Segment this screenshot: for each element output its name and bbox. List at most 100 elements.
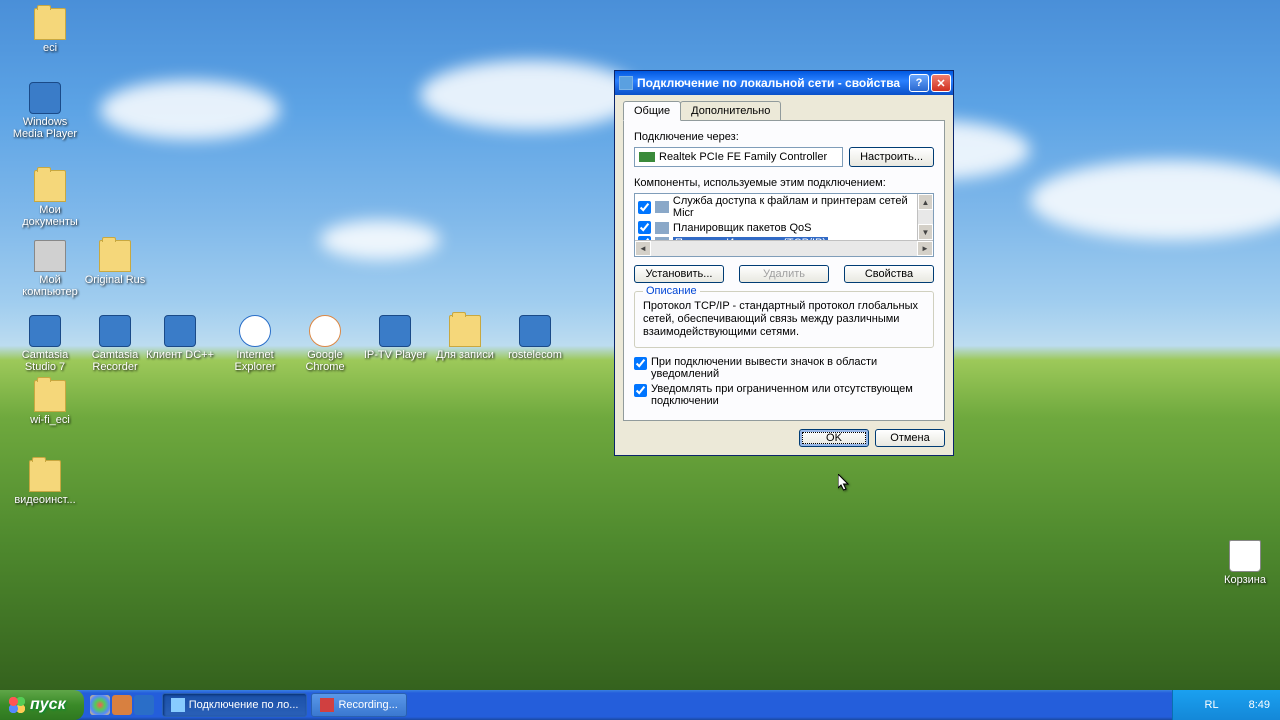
desktop-icon-chrome[interactable]: Google Chrome — [290, 315, 360, 373]
task-label: Подключение по ло... — [189, 699, 299, 711]
desktop-icon-videoinst[interactable]: видеоинст... — [10, 460, 80, 506]
icon-label: Клиент DC++ — [145, 349, 215, 361]
tray-volume-icon[interactable] — [1227, 698, 1241, 712]
components-list[interactable]: Служба доступа к файлам и принтерам сете… — [634, 193, 934, 257]
folder-icon — [449, 315, 481, 347]
desktop-icon-eci[interactable]: eci — [15, 8, 85, 54]
desktop-icon-zapisi[interactable]: Для записи — [430, 315, 500, 361]
scroll-right-icon[interactable]: ► — [917, 241, 933, 256]
desktop-icon-rostel[interactable]: rostelecom — [500, 315, 570, 361]
ie-icon — [239, 315, 271, 347]
app-icon — [29, 315, 61, 347]
task-icon — [171, 698, 185, 712]
icon-label: Корзина — [1210, 574, 1280, 586]
app-icon — [29, 82, 61, 114]
ok-button[interactable]: OK — [799, 429, 869, 447]
desktop-icon-origrus[interactable]: Original Rus — [80, 240, 150, 286]
icon-label: Для записи — [430, 349, 500, 361]
install-button[interactable]: Установить... — [634, 265, 724, 283]
mycomp-icon — [34, 240, 66, 272]
cancel-button[interactable]: Отмена — [875, 429, 945, 447]
notify-limited-checkbox[interactable] — [634, 384, 647, 397]
tray-icon[interactable] — [1183, 698, 1197, 712]
notify-limited-label: Уведомлять при ограниченном или отсутств… — [651, 383, 934, 407]
icon-label: видеоинст... — [10, 494, 80, 506]
icon-label: wi-fi_eci — [15, 414, 85, 426]
properties-button[interactable]: Свойства — [844, 265, 934, 283]
ql-chrome-icon[interactable] — [90, 695, 110, 715]
task-icon — [320, 698, 334, 712]
folder-icon — [29, 460, 61, 492]
tab-row: Общие Дополнительно — [623, 101, 945, 121]
remove-button: Удалить — [739, 265, 829, 283]
tab-general[interactable]: Общие — [623, 101, 681, 121]
description-title: Описание — [643, 285, 700, 297]
scroll-left-icon[interactable]: ◄ — [635, 241, 651, 256]
component-checkbox[interactable] — [638, 201, 651, 214]
desktop-icon-ie[interactable]: Internet Explorer — [220, 315, 290, 373]
icon-label: rostelecom — [500, 349, 570, 361]
icon-label: Original Rus — [80, 274, 150, 286]
notify-icon-label: При подключении вывести значок в области… — [651, 356, 934, 380]
desktop-icon-camrec[interactable]: Camtasia Recorder — [80, 315, 150, 373]
bin-icon — [1229, 540, 1261, 572]
desktop-icon-mycomp[interactable]: Мой компьютер — [15, 240, 85, 298]
taskbar-task[interactable]: Recording... — [311, 693, 406, 717]
app-icon — [379, 315, 411, 347]
app-icon — [99, 315, 131, 347]
adapter-field: Realtek PCIe FE Family Controller — [634, 147, 843, 167]
close-button[interactable]: ✕ — [931, 74, 951, 92]
windows-logo-icon — [8, 696, 26, 714]
app-icon — [519, 315, 551, 347]
network-icon — [619, 76, 633, 90]
start-button[interactable]: пуск — [0, 690, 84, 720]
icon-label: Camtasia Studio 7 — [10, 349, 80, 373]
scroll-down-icon[interactable]: ▼ — [918, 224, 933, 240]
desktop-icon-camtasia7[interactable]: Camtasia Studio 7 — [10, 315, 80, 373]
folder-icon — [99, 240, 131, 272]
ql-ie-icon[interactable] — [134, 695, 154, 715]
chrome-icon — [309, 315, 341, 347]
titlebar[interactable]: Подключение по локальной сети - свойства… — [615, 71, 953, 95]
start-label: пуск — [30, 696, 66, 714]
description-group: Описание Протокол TCP/IP - стандартный п… — [634, 291, 934, 348]
adapter-icon — [639, 152, 655, 162]
connect-via-label: Подключение через: — [634, 131, 934, 143]
tab-advanced[interactable]: Дополнительно — [680, 101, 781, 120]
icon-label: Windows Media Player — [10, 116, 80, 140]
desktop-icon-recycle[interactable]: Корзина — [1210, 540, 1280, 586]
adapter-name: Realtek PCIe FE Family Controller — [659, 151, 827, 163]
notify-icon-checkbox[interactable] — [634, 357, 647, 370]
help-button[interactable]: ? — [909, 74, 929, 92]
taskbar-task[interactable]: Подключение по ло... — [162, 693, 308, 717]
desktop-icon-wifieci[interactable]: wi-fi_eci — [15, 380, 85, 426]
configure-button[interactable]: Настроить... — [849, 147, 934, 167]
system-tray[interactable]: RL 8:49 — [1172, 690, 1280, 720]
icon-label: Мой компьютер — [15, 274, 85, 298]
quick-launch — [84, 695, 160, 715]
ql-firefox-icon[interactable] — [112, 695, 132, 715]
scroll-up-icon[interactable]: ▲ — [918, 194, 933, 210]
component-item[interactable]: Служба доступа к файлам и принтерам сете… — [635, 194, 933, 220]
taskbar: пуск Подключение по ло... Recording... RL… — [0, 690, 1280, 720]
icon-label: Google Chrome — [290, 349, 360, 373]
desktop-icon-dcpp[interactable]: Клиент DC++ — [145, 315, 215, 361]
app-icon — [164, 315, 196, 347]
protocol-icon — [655, 201, 669, 213]
component-label: Планировщик пакетов QoS — [673, 222, 812, 234]
icon-label: IP-TV Player — [360, 349, 430, 361]
component-checkbox[interactable] — [638, 221, 651, 234]
protocol-icon — [655, 222, 669, 234]
icon-label: Internet Explorer — [220, 349, 290, 373]
desktop-icon-wmp[interactable]: Windows Media Player — [10, 82, 80, 140]
components-label: Компоненты, используемые этим подключени… — [634, 177, 934, 189]
desktop-icon-iptv[interactable]: IP-TV Player — [360, 315, 430, 361]
lang-indicator[interactable]: RL — [1205, 699, 1219, 711]
clock[interactable]: 8:49 — [1249, 699, 1270, 711]
desktop-icon-mydocs[interactable]: Мои документы — [15, 170, 85, 228]
vscrollbar[interactable]: ▲ ▼ — [917, 194, 933, 240]
hscrollbar[interactable]: ◄ ► — [635, 240, 933, 256]
component-item[interactable]: Планировщик пакетов QoS — [635, 220, 933, 235]
icon-label: Camtasia Recorder — [80, 349, 150, 373]
folder-icon — [34, 170, 66, 202]
